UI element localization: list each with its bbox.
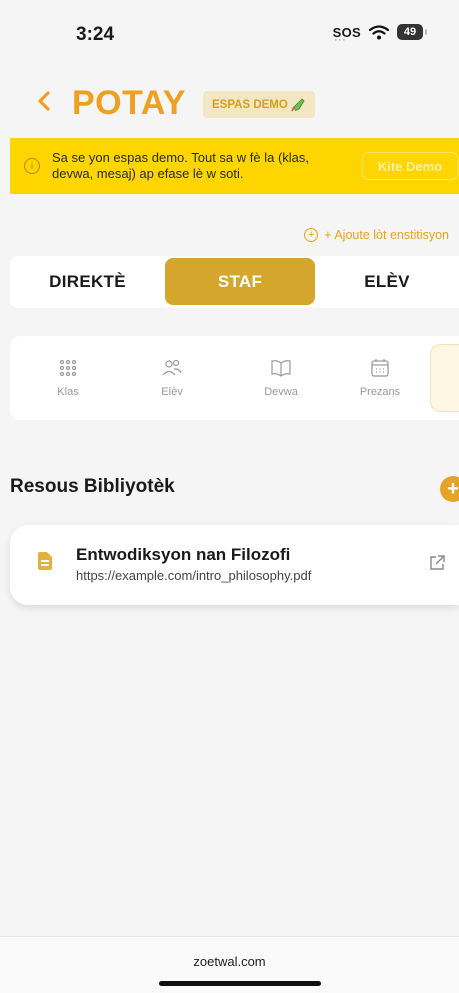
section-title: Resous Bibliyotèk bbox=[10, 476, 175, 497]
book-icon bbox=[271, 360, 291, 377]
nav-item-devwa[interactable]: Devwa bbox=[253, 336, 309, 420]
nav-label: Klas bbox=[57, 386, 79, 398]
nav-label: Elèv bbox=[161, 386, 183, 398]
nav-item-klas[interactable]: Klas bbox=[40, 336, 96, 420]
demo-badge-label: ESPAS DEMO bbox=[212, 98, 288, 111]
nav-label: Devwa bbox=[264, 386, 298, 398]
quick-nav: Klas Elèv Devwa Prezans bbox=[10, 336, 459, 420]
battery-icon: 49 bbox=[397, 24, 427, 40]
external-link-icon[interactable] bbox=[428, 554, 446, 572]
test-tube-icon bbox=[291, 97, 305, 111]
add-resource-button[interactable]: + bbox=[440, 476, 459, 502]
resource-item[interactable]: Entwodiksyon nan Filozofi https://exampl… bbox=[10, 525, 459, 605]
grid-icon bbox=[59, 359, 77, 377]
info-icon: i bbox=[24, 158, 40, 174]
home-indicator[interactable] bbox=[159, 981, 321, 986]
tab-direkte[interactable]: DIREKTÈ bbox=[10, 256, 165, 308]
users-icon bbox=[162, 359, 182, 376]
demo-banner: i Sa se yon espas demo. Tout sa w fè la … bbox=[10, 138, 459, 194]
back-button[interactable] bbox=[36, 86, 52, 118]
add-institution-link[interactable]: + + Ajoute lòt enstitisyon bbox=[304, 228, 449, 242]
nav-item-elev[interactable]: Elèv bbox=[144, 336, 200, 420]
tab-elev[interactable]: ELÈV bbox=[315, 256, 459, 308]
demo-badge: ESPAS DEMO bbox=[203, 91, 315, 118]
tab-staf[interactable]: STAF bbox=[165, 258, 315, 305]
plus-circle-icon: + bbox=[304, 228, 319, 242]
calendar-icon bbox=[371, 359, 389, 377]
banner-text: Sa se yon espas demo. Tout sa w fè la (k… bbox=[52, 150, 310, 181]
nav-item-more[interactable] bbox=[430, 344, 459, 412]
document-icon bbox=[38, 552, 52, 570]
resource-title: Entwodiksyon nan Filozofi bbox=[76, 545, 291, 564]
footer-url[interactable]: zoetwal.com bbox=[0, 954, 459, 969]
status-time: 3:24 bbox=[76, 24, 115, 45]
chevron-left-icon bbox=[38, 91, 50, 111]
browser-footer: zoetwal.com bbox=[0, 936, 459, 993]
plus-icon: + bbox=[447, 478, 459, 500]
wifi-icon bbox=[369, 24, 389, 39]
resource-url: https://example.com/intro_philosophy.pdf bbox=[76, 568, 312, 583]
sos-indicator: SOS bbox=[333, 25, 361, 45]
page-title: POTAY bbox=[72, 84, 186, 122]
leave-demo-button[interactable]: Kite Demo bbox=[362, 152, 458, 180]
add-institution-label: + Ajoute lòt enstitisyon bbox=[324, 228, 449, 242]
role-tabs: DIREKTÈ STAF ELÈV bbox=[10, 256, 459, 308]
nav-item-prezans[interactable]: Prezans bbox=[352, 336, 408, 420]
status-icons: SOS 49 bbox=[333, 24, 427, 45]
nav-label: Prezans bbox=[359, 386, 401, 398]
